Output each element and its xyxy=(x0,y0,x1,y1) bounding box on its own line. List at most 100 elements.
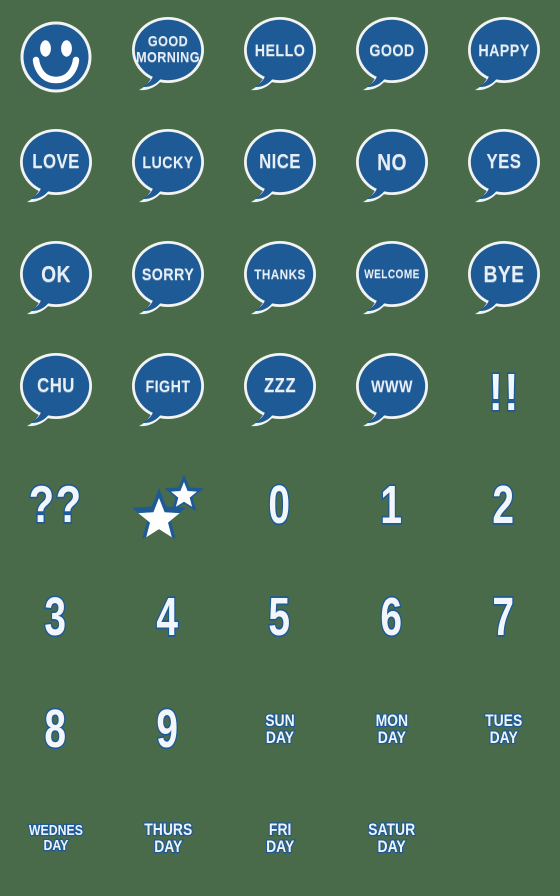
sticker-zzz[interactable]: ZZZ xyxy=(224,337,336,449)
sticker-welcome-inner: WELCOME xyxy=(342,231,442,331)
speech-bubble-shape xyxy=(468,129,540,203)
sticker-number-1[interactable]: 1 xyxy=(336,449,448,561)
speech-bubble-shape xyxy=(244,17,316,91)
sticker-double-exclamation-inner: !! xyxy=(454,343,554,443)
sticker-good-morning[interactable]: GOOD MORNING xyxy=(112,1,224,113)
speech-bubble-shape xyxy=(132,17,204,91)
sticker-number-4-glyph: 4 xyxy=(156,587,180,647)
sticker-bye-inner: BYE xyxy=(454,231,554,331)
sticker-number-7[interactable]: 7 xyxy=(448,561,560,673)
sticker-number-6-inner: 6 xyxy=(342,567,442,667)
sticker-number-3-glyph: 3 xyxy=(44,587,68,647)
sticker-yes-inner: YES xyxy=(454,119,554,219)
sticker-double-question[interactable]: ?? xyxy=(0,449,112,561)
sticker-welcome[interactable]: WELCOME xyxy=(336,225,448,337)
smiley-holder xyxy=(19,20,93,94)
sticker-zzz-inner: ZZZ xyxy=(230,343,330,443)
sticker-wednesday[interactable]: WEDNES DAY xyxy=(0,782,112,894)
speech-bubble: WWW xyxy=(354,352,430,434)
sticker-yes[interactable]: YES xyxy=(448,113,560,225)
sticker-smiley-face[interactable] xyxy=(0,1,112,113)
sticker-number-9-glyph: 9 xyxy=(156,699,180,759)
small-star-icon xyxy=(164,474,204,512)
speech-bubble: THANKS xyxy=(242,240,318,322)
smiley-face-icon xyxy=(20,21,92,93)
sticker-number-0-glyph: 0 xyxy=(268,475,292,535)
sticker-wednesday-inner: WEDNES DAY xyxy=(6,788,106,888)
sticker-love[interactable]: LOVE xyxy=(0,113,112,225)
speech-bubble-shape xyxy=(356,129,428,203)
speech-bubble: GOOD xyxy=(354,16,430,98)
sticker-friday-inner: FRI DAY xyxy=(230,788,330,888)
sticker-chu-inner: CHU xyxy=(6,343,106,443)
sticker-hello-inner: HELLO xyxy=(230,7,330,107)
sticker-number-2-inner: 2 xyxy=(454,455,554,555)
speech-bubble: HAPPY xyxy=(466,16,542,98)
speech-bubble: CHU xyxy=(18,352,94,434)
speech-bubble-shape xyxy=(356,17,428,91)
speech-bubble-shape xyxy=(356,353,428,427)
sticker-two-stars-inner xyxy=(118,455,218,555)
sticker-number-6[interactable]: 6 xyxy=(336,561,448,673)
emoji-sticker-sheet: GOOD MORNING HELLO GOOD HAPPY LOVE LUCKY xyxy=(0,0,560,896)
sticker-chu[interactable]: CHU xyxy=(0,337,112,449)
sticker-www-inner: WWW xyxy=(342,343,442,443)
sticker-ok[interactable]: OK xyxy=(0,225,112,337)
sticker-sorry[interactable]: SORRY xyxy=(112,225,224,337)
sticker-double-exclamation[interactable]: !! xyxy=(448,337,560,449)
sticker-thanks-inner: THANKS xyxy=(230,231,330,331)
sticker-number-2-glyph: 2 xyxy=(492,475,516,535)
sticker-number-6-glyph: 6 xyxy=(380,587,404,647)
speech-bubble-shape xyxy=(20,129,92,203)
sticker-love-inner: LOVE xyxy=(6,119,106,219)
sticker-sunday-inner: SUN DAY xyxy=(230,679,330,779)
sticker-number-5[interactable]: 5 xyxy=(224,561,336,673)
sticker-monday[interactable]: MON DAY xyxy=(336,673,448,785)
sticker-monday-inner: MON DAY xyxy=(342,679,442,779)
sticker-saturday[interactable]: SATUR DAY xyxy=(336,782,448,894)
sticker-double-question-glyph: ?? xyxy=(28,476,84,534)
sticker-hello[interactable]: HELLO xyxy=(224,1,336,113)
speech-bubble: SORRY xyxy=(130,240,206,322)
sticker-happy[interactable]: HAPPY xyxy=(448,1,560,113)
sticker-thanks[interactable]: THANKS xyxy=(224,225,336,337)
sticker-tuesday[interactable]: TUES DAY xyxy=(448,673,560,785)
sticker-monday-text: MON DAY xyxy=(375,711,410,748)
sticker-www[interactable]: WWW xyxy=(336,337,448,449)
sticker-good[interactable]: GOOD xyxy=(336,1,448,113)
sticker-number-0[interactable]: 0 xyxy=(224,449,336,561)
speech-bubble: HELLO xyxy=(242,16,318,98)
speech-bubble: NICE xyxy=(242,128,318,210)
sticker-double-question-inner: ?? xyxy=(6,455,106,555)
sticker-happy-inner: HAPPY xyxy=(454,7,554,107)
sticker-friday[interactable]: FRI DAY xyxy=(224,782,336,894)
sticker-number-5-inner: 5 xyxy=(230,567,330,667)
sticker-thursday[interactable]: THURS DAY xyxy=(112,782,224,894)
sticker-no[interactable]: NO xyxy=(336,113,448,225)
sticker-number-9[interactable]: 9 xyxy=(112,673,224,785)
sticker-number-3[interactable]: 3 xyxy=(0,561,112,673)
sticker-nice-inner: NICE xyxy=(230,119,330,219)
speech-bubble-shape xyxy=(20,241,92,315)
speech-bubble: LUCKY xyxy=(130,128,206,210)
sticker-number-0-inner: 0 xyxy=(230,455,330,555)
sticker-saturday-text: SATUR DAY xyxy=(367,820,416,857)
sticker-number-8-glyph: 8 xyxy=(44,699,68,759)
sticker-two-stars[interactable] xyxy=(112,449,224,561)
sticker-number-8[interactable]: 8 xyxy=(0,673,112,785)
speech-bubble-shape xyxy=(20,353,92,427)
sticker-fight[interactable]: FIGHT xyxy=(112,337,224,449)
sticker-number-4[interactable]: 4 xyxy=(112,561,224,673)
sticker-lucky-inner: LUCKY xyxy=(118,119,218,219)
sticker-nice[interactable]: NICE xyxy=(224,113,336,225)
sticker-double-exclamation-glyph: !! xyxy=(487,364,520,422)
sticker-ok-inner: OK xyxy=(6,231,106,331)
sticker-sunday-text: SUN DAY xyxy=(264,711,296,748)
speech-bubble-shape xyxy=(356,241,428,315)
speech-bubble: LOVE xyxy=(18,128,94,210)
sticker-bye[interactable]: BYE xyxy=(448,225,560,337)
sticker-lucky[interactable]: LUCKY xyxy=(112,113,224,225)
sticker-sunday[interactable]: SUN DAY xyxy=(224,673,336,785)
sticker-thursday-inner: THURS DAY xyxy=(118,788,218,888)
sticker-number-2[interactable]: 2 xyxy=(448,449,560,561)
